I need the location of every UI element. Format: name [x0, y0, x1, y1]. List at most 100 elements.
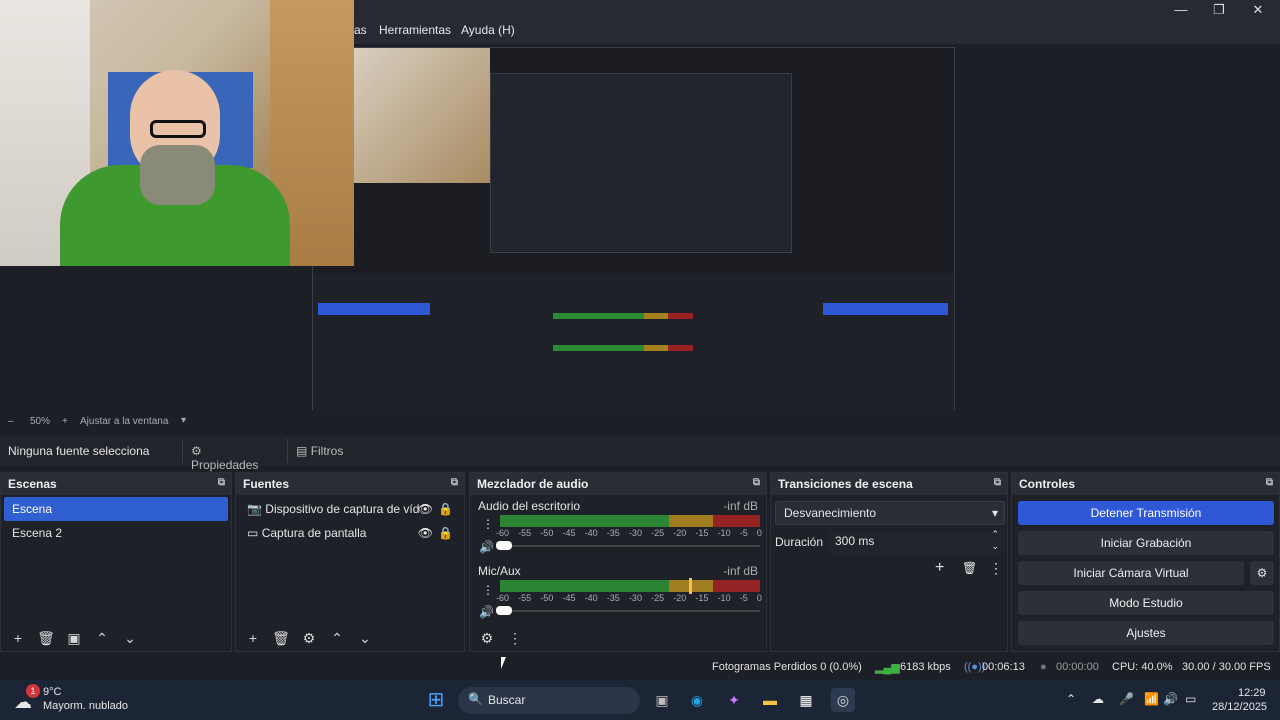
spin-up-icon[interactable]: ⌃: [991, 529, 999, 540]
gear-icon[interactable]: ⚙: [1250, 561, 1274, 585]
source-item[interactable]: ▭ Captura de pantalla 👁 🔒: [239, 521, 461, 545]
minimize-button[interactable]: —: [1166, 2, 1196, 20]
channel-level: -inf dB: [723, 564, 758, 578]
menu-tools[interactable]: Herramientas: [379, 23, 451, 37]
start-virtual-camera-button[interactable]: Iniciar Cámara Virtual: [1018, 561, 1244, 585]
status-bar: Fotogramas Perdidos 0 (0.0%) ▂▄▆ 6183 kb…: [0, 656, 1280, 680]
meter-scale: -60 -55 -50 -45 -40 -35 -30 -25 -20 -15 -10 -5 0: [496, 528, 762, 538]
eye-icon[interactable]: 👁: [418, 526, 433, 540]
transition-select[interactable]: Desvanecimiento ▾: [775, 501, 1005, 525]
volume-slider-track[interactable]: [498, 545, 760, 547]
channel-menu-icon[interactable]: ⋮: [482, 517, 494, 531]
trash-icon[interactable]: 🗑: [35, 630, 57, 647]
filters-button[interactable]: ▤ Filtros: [287, 439, 357, 463]
dropped-frames: Fotogramas Perdidos 0 (0.0%): [712, 661, 862, 673]
nested-meter: [553, 313, 693, 319]
copilot-icon[interactable]: ✦: [722, 688, 746, 712]
onedrive-icon[interactable]: ☁: [1092, 692, 1104, 706]
microphone-icon[interactable]: 🎤: [1119, 692, 1134, 706]
scene-item[interactable]: Escena: [4, 497, 228, 521]
studio-mode-button[interactable]: Modo Estudio: [1018, 591, 1274, 615]
meter-tick-label: -15: [695, 528, 709, 538]
trash-icon[interactable]: 🗑: [962, 561, 977, 575]
channel-menu-icon[interactable]: ⋮: [482, 583, 494, 597]
preview-canvas[interactable]: [312, 47, 955, 410]
volume-slider-handle[interactable]: [496, 541, 512, 550]
move-down-icon[interactable]: ⌄: [119, 630, 141, 647]
properties-button[interactable]: ⚙ Propiedades: [182, 439, 274, 472]
add-icon[interactable]: +: [242, 630, 264, 646]
meter-tick-label: -5: [739, 593, 748, 603]
lock-icon[interactable]: 🔒: [438, 526, 453, 540]
task-view-icon[interactable]: ▣: [650, 688, 674, 712]
meter-tick-label: -20: [673, 593, 687, 603]
wifi-icon[interactable]: 📶: [1144, 692, 1159, 706]
speaker-icon[interactable]: 🔊: [479, 540, 494, 554]
weather-temp: 9°C: [43, 686, 62, 698]
volume-icon[interactable]: 🔊: [1163, 692, 1178, 706]
meter-tick-label: -10: [717, 528, 731, 538]
settings-button[interactable]: Ajustes: [1018, 621, 1274, 645]
audio-meter: [500, 515, 760, 527]
move-up-icon[interactable]: ⌃: [91, 630, 113, 647]
float-icon[interactable]: ⧉: [994, 477, 1001, 488]
chevron-up-icon[interactable]: ⌃: [1066, 692, 1076, 706]
channel-name: Audio del escritorio: [478, 499, 581, 513]
volume-slider-track[interactable]: [498, 610, 760, 612]
scene-item[interactable]: Escena 2: [4, 521, 228, 545]
duration-label: Duración: [775, 535, 824, 549]
menu-help[interactable]: Ayuda (H): [461, 23, 515, 37]
store-icon[interactable]: ▦: [794, 688, 818, 712]
gear-icon[interactable]: ⚙: [298, 630, 320, 647]
meter-tick-label: -10: [717, 593, 731, 603]
zoom-fit-label[interactable]: Ajustar a la ventana: [80, 416, 168, 427]
taskbar: ☁ 1 9°C Mayorm. nublado ⊞ 🔍 Buscar ▣ ◉ ✦…: [0, 680, 1280, 720]
float-icon[interactable]: ⧉: [753, 477, 760, 488]
spin-down-icon[interactable]: ⌄: [991, 541, 999, 552]
start-recording-button[interactable]: Iniciar Grabación: [1018, 531, 1274, 555]
more-icon[interactable]: ⋮: [989, 560, 1003, 577]
filter-icon[interactable]: ▣: [63, 630, 85, 647]
meter-tick-label: 0: [756, 593, 762, 603]
move-down-icon[interactable]: ⌄: [354, 630, 376, 647]
stop-streaming-button[interactable]: Detener Transmisión: [1018, 501, 1274, 525]
move-up-icon[interactable]: ⌃: [326, 630, 348, 647]
float-icon[interactable]: ⧉: [451, 477, 458, 488]
battery-icon[interactable]: ▭: [1185, 692, 1196, 706]
zoom-out-button[interactable]: –: [8, 416, 14, 427]
meter-tick-label: -40: [584, 528, 598, 538]
clock-date[interactable]: 28/12/2025: [1212, 701, 1267, 713]
trash-icon[interactable]: 🗑: [270, 630, 292, 647]
windows-start-icon[interactable]: ⊞: [424, 688, 448, 712]
float-icon[interactable]: ⧉: [218, 477, 225, 488]
stream-time: 00:06:13: [982, 661, 1025, 673]
zoom-in-button[interactable]: +: [62, 416, 68, 427]
nested-webcam: [353, 48, 490, 183]
add-icon[interactable]: +: [7, 630, 29, 646]
close-button[interactable]: ✕: [1243, 2, 1273, 20]
chevron-down-icon[interactable]: ▾: [181, 415, 186, 426]
lock-icon[interactable]: 🔒: [438, 502, 453, 516]
file-explorer-icon[interactable]: ▬: [758, 688, 782, 712]
eye-icon[interactable]: 👁: [418, 502, 433, 516]
taskbar-search[interactable]: 🔍 Buscar: [458, 687, 640, 714]
add-icon[interactable]: +: [935, 559, 944, 577]
weather-widget[interactable]: ☁ 1: [14, 684, 40, 712]
meter-tick-label: -25: [651, 593, 665, 603]
clock-time[interactable]: 12:29: [1238, 687, 1266, 699]
speaker-icon[interactable]: 🔊: [479, 605, 494, 619]
restore-button[interactable]: ❐: [1204, 2, 1234, 20]
nested-stop-button: [823, 303, 948, 315]
advanced-audio-icon[interactable]: ⚙: [476, 630, 498, 647]
volume-slider-handle[interactable]: [496, 606, 512, 615]
nested-selection: [318, 303, 430, 315]
obs-icon[interactable]: ◎: [831, 688, 855, 712]
menu-view[interactable]: as: [354, 23, 367, 37]
edge-icon[interactable]: ◉: [685, 688, 709, 712]
source-item[interactable]: 📷 Dispositivo de captura de vídeo 👁 🔒: [239, 497, 461, 521]
float-icon[interactable]: ⧉: [1266, 477, 1273, 488]
mixer-menu-icon[interactable]: ⋮: [504, 630, 526, 647]
duration-spinbox[interactable]: 300 ms ⌃ ⌄: [827, 529, 1005, 554]
bitrate: 6183 kbps: [900, 661, 951, 673]
meter-tick-label: -35: [606, 528, 620, 538]
